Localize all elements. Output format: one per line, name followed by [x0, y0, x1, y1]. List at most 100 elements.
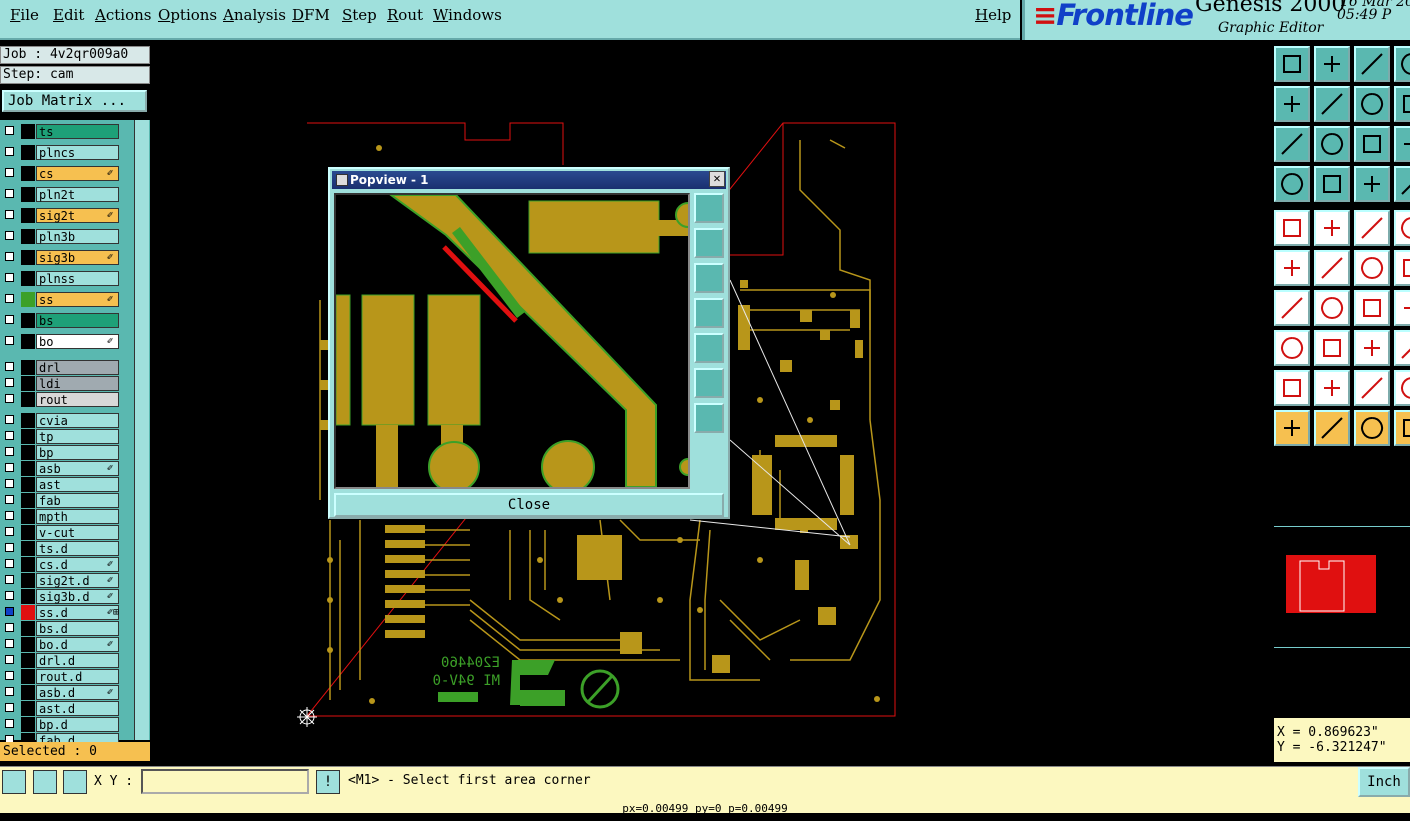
layer-color-swatch[interactable]	[21, 392, 35, 407]
layer-checkbox[interactable]	[5, 559, 14, 568]
layer-color-swatch[interactable]	[21, 509, 35, 524]
layer-color-swatch[interactable]	[21, 653, 35, 668]
tool-d7-icon[interactable]	[1394, 290, 1410, 326]
layer-color-swatch[interactable]	[21, 360, 35, 375]
layer-row-fab[interactable]: fab	[0, 493, 132, 508]
layer-color-swatch[interactable]	[21, 292, 35, 307]
grid-icon[interactable]	[63, 770, 87, 794]
layer-checkbox[interactable]	[5, 447, 14, 456]
probe-icon[interactable]	[1314, 166, 1350, 202]
dimension-icon[interactable]	[1354, 330, 1390, 366]
layer-checkbox[interactable]	[5, 671, 14, 680]
layer-checkbox[interactable]	[5, 147, 14, 156]
layer-row-plnss[interactable]: plnss	[0, 271, 132, 286]
layer-row-rout-d[interactable]: rout.d	[0, 669, 132, 684]
zoom-icon[interactable]	[1314, 126, 1350, 162]
layer-color-swatch[interactable]	[21, 145, 35, 160]
delete-line-icon[interactable]	[1314, 330, 1350, 366]
layer-color-swatch[interactable]	[21, 589, 35, 604]
units-button[interactable]: Inch	[1358, 767, 1410, 797]
menu-analysis[interactable]: Analysis	[223, 6, 286, 24]
layer-row-sig2t-d[interactable]: sig2t.d ✐	[0, 573, 132, 588]
layer-row-pln3b[interactable]: pln3b	[0, 229, 132, 244]
layer-row-drl-d[interactable]: drl.d	[0, 653, 132, 668]
snap-icon[interactable]	[2, 770, 26, 794]
pointer-icon[interactable]	[1274, 410, 1310, 446]
layer-row-cvia[interactable]: cvia	[0, 413, 132, 428]
pad-icon[interactable]	[1274, 210, 1310, 246]
tool-d4-icon[interactable]	[1394, 166, 1410, 202]
layer-color-swatch[interactable]	[21, 701, 35, 716]
window-menu-icon[interactable]	[336, 174, 348, 186]
layer-color-swatch[interactable]	[21, 229, 35, 244]
layer-row-rout[interactable]: rout	[0, 392, 132, 407]
layer-checkbox[interactable]	[5, 210, 14, 219]
layer-row-bs[interactable]: bs	[0, 313, 132, 328]
shape-a-icon[interactable]	[1314, 370, 1350, 406]
menu-windows[interactable]: Windows	[433, 6, 502, 24]
layer-row-cs[interactable]: cs ✐	[0, 166, 132, 181]
layer-color-swatch[interactable]	[21, 376, 35, 391]
tool-d9-icon[interactable]	[1394, 370, 1410, 406]
xy-input[interactable]	[141, 769, 309, 794]
layer-row-cs-d[interactable]: cs.d ✐	[0, 557, 132, 572]
layer-checkbox[interactable]	[5, 378, 14, 387]
snap-point-icon[interactable]	[1354, 250, 1390, 286]
tool-d10-icon[interactable]	[1394, 410, 1410, 446]
layer-checkbox[interactable]	[5, 495, 14, 504]
layer-checkbox[interactable]	[5, 719, 14, 728]
close-icon[interactable]: ✕	[709, 171, 725, 187]
measure-icon[interactable]	[1274, 330, 1310, 366]
layer-color-swatch[interactable]	[21, 493, 35, 508]
layer-row-ts[interactable]: ts	[0, 124, 132, 139]
pan-up-icon[interactable]	[694, 228, 724, 258]
zoom-fit-icon[interactable]	[694, 193, 724, 223]
layer-color-swatch[interactable]	[21, 429, 35, 444]
layer-row-bo-d[interactable]: bo.d ✐	[0, 637, 132, 652]
layer-row-drl[interactable]: drl	[0, 360, 132, 375]
layer-color-swatch[interactable]	[21, 334, 35, 349]
net-icon[interactable]	[1354, 166, 1390, 202]
layer-row-pln2t[interactable]: pln2t	[0, 187, 132, 202]
layer-color-swatch[interactable]	[21, 187, 35, 202]
node-icon[interactable]	[1274, 250, 1310, 286]
layer-checkbox[interactable]	[5, 639, 14, 648]
arc-icon[interactable]	[1354, 290, 1390, 326]
layer-color-swatch[interactable]	[21, 461, 35, 476]
settings-icon[interactable]	[1274, 166, 1310, 202]
layer-checkbox[interactable]	[5, 252, 14, 261]
layer-row-mpth[interactable]: mpth	[0, 509, 132, 524]
slash-icon[interactable]	[1314, 290, 1350, 326]
select-circle-icon[interactable]	[1354, 410, 1390, 446]
scale-icon[interactable]	[1354, 126, 1390, 162]
fit-icon[interactable]	[1274, 126, 1310, 162]
layer-row-sig3b-d[interactable]: sig3b.d ✐	[0, 589, 132, 604]
menu-edit[interactable]: Edit	[53, 6, 84, 24]
tool-d2-icon[interactable]	[1394, 86, 1410, 122]
menu-file[interactable]: File	[10, 6, 39, 24]
layer-checkbox[interactable]	[5, 126, 14, 135]
layer-checkbox[interactable]	[5, 273, 14, 282]
zoom-in-icon[interactable]	[694, 368, 724, 398]
layer-row-ss[interactable]: ss ✐	[0, 292, 132, 307]
shape-b-icon[interactable]	[1354, 370, 1390, 406]
layer-checkbox[interactable]	[5, 575, 14, 584]
layer-color-swatch[interactable]	[21, 685, 35, 700]
popview-close-button[interactable]: Close	[334, 493, 724, 517]
layer-color-swatch[interactable]	[21, 413, 35, 428]
layer-row-ss-d[interactable]: ss.d ✐⊞	[0, 605, 132, 620]
layer-row-sig3b[interactable]: sig3b ✐	[0, 250, 132, 265]
layer-checkbox[interactable]	[5, 431, 14, 440]
layer-color-swatch[interactable]	[21, 557, 35, 572]
pan-down-icon[interactable]	[694, 263, 724, 293]
layer-color-swatch[interactable]	[21, 445, 35, 460]
tool-d1-icon[interactable]	[1394, 46, 1410, 82]
layer-row-asb[interactable]: asb ✐	[0, 461, 132, 476]
layer-row-bo[interactable]: bo ✐	[0, 334, 132, 349]
layer-checkbox[interactable]	[5, 623, 14, 632]
select-box-icon[interactable]	[1314, 410, 1350, 446]
layer-color-swatch[interactable]	[21, 166, 35, 181]
layer-checkbox[interactable]	[5, 687, 14, 696]
tool-d8-icon[interactable]	[1394, 330, 1410, 366]
layer-checkbox[interactable]	[5, 591, 14, 600]
